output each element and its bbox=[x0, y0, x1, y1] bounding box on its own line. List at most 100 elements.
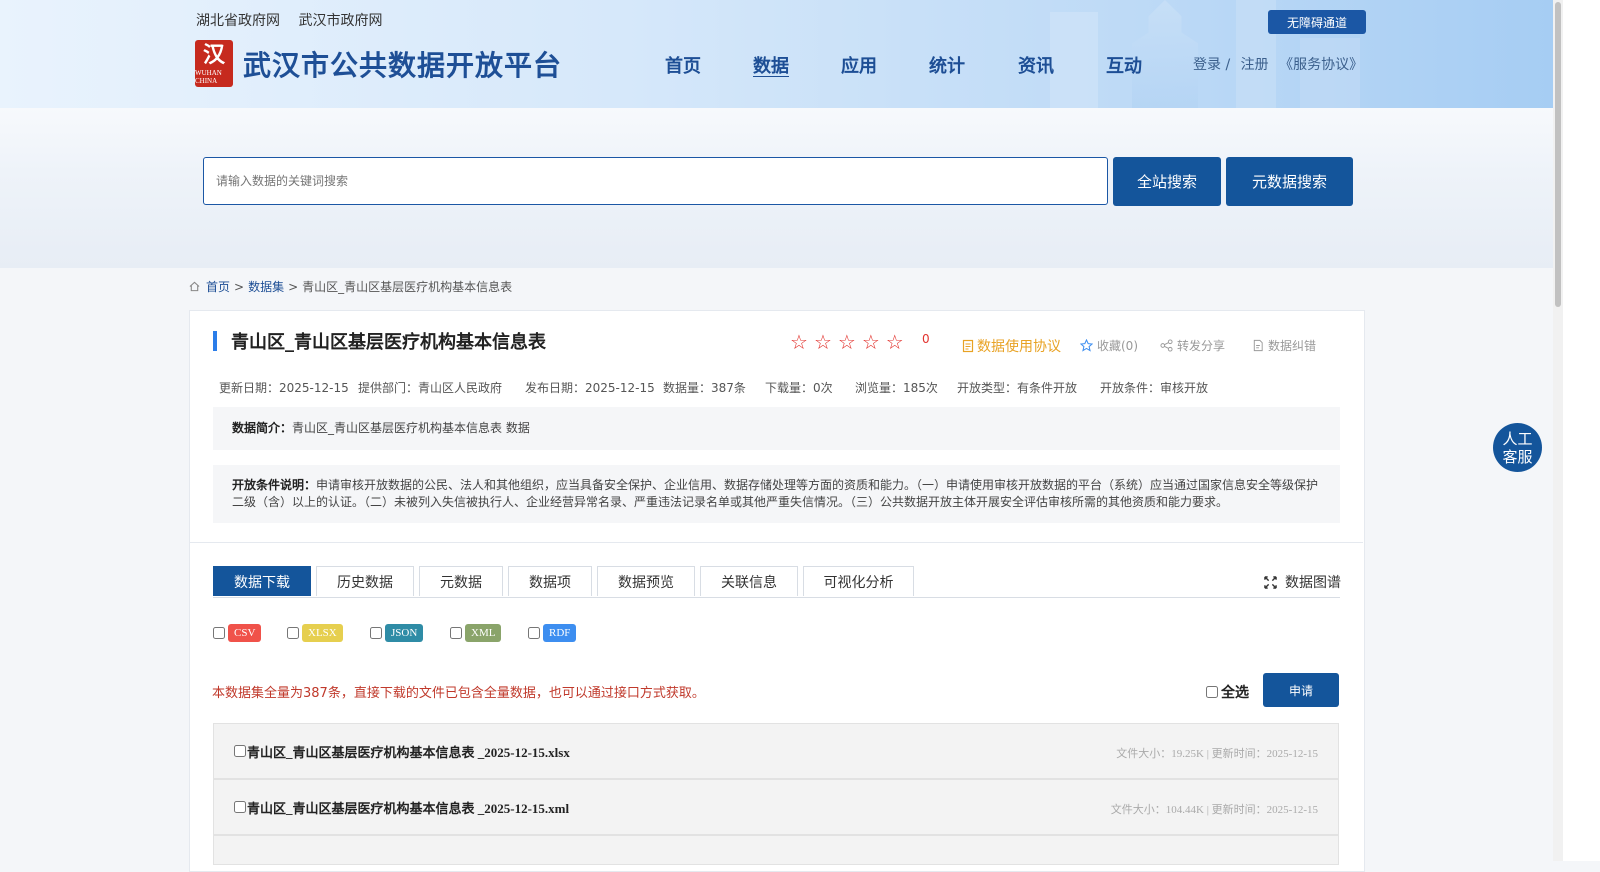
condition-box: 开放条件说明：申请审核开放数据的公民、法人和其他组织，应当具备安全保护、企业信用… bbox=[213, 465, 1340, 523]
meta-publish-date: 发布日期：2025-12-15 bbox=[525, 381, 655, 395]
meta-data-count: 数据量：387条 bbox=[663, 381, 746, 395]
meta-provider: 提供部门：青山区人民政府 bbox=[358, 381, 503, 395]
file-checkbox[interactable] bbox=[234, 745, 246, 757]
breadcrumb-separator: > bbox=[234, 279, 245, 294]
scrollbar-thumb[interactable] bbox=[1555, 2, 1561, 307]
metadata-search-button[interactable]: 元数据搜索 bbox=[1226, 157, 1353, 206]
nav-interact[interactable]: 互动 bbox=[1106, 52, 1142, 78]
meta-open-condition: 开放条件：审核开放 bbox=[1100, 381, 1209, 395]
search-input[interactable] bbox=[203, 157, 1108, 205]
report-error-button[interactable]: 数据纠错 bbox=[1252, 337, 1316, 354]
divider bbox=[189, 542, 1363, 543]
edit-document-icon bbox=[1253, 339, 1263, 352]
dataset-title: 青山区_青山区基层医疗机构基本信息表 bbox=[231, 332, 546, 353]
tab-download[interactable]: 数据下载 bbox=[213, 566, 311, 596]
usage-agreement-link[interactable]: 数据使用协议 bbox=[961, 336, 1061, 356]
star-icon[interactable]: ☆ bbox=[838, 330, 856, 354]
star-icon[interactable]: ☆ bbox=[862, 330, 880, 354]
file-name[interactable]: 青山区_青山区基层医疗机构基本信息表 _2025-12-15.xlsx bbox=[247, 742, 570, 761]
site-title[interactable]: 武汉市公共数据开放平台 bbox=[243, 44, 562, 84]
breadcrumb-home[interactable]: 首页 bbox=[206, 278, 230, 295]
logo-glyph-icon: 汉 bbox=[202, 43, 225, 68]
wuhan-gov-link[interactable]: 武汉市政府网 bbox=[298, 13, 382, 29]
data-graph-label: 数据图谱 bbox=[1285, 575, 1341, 591]
accessibility-button[interactable]: 无障碍通道 bbox=[1268, 10, 1366, 34]
breadcrumb-separator: > bbox=[288, 279, 299, 294]
usage-agreement-label: 数据使用协议 bbox=[977, 339, 1061, 355]
data-graph-link[interactable]: 数据图谱 bbox=[1264, 572, 1341, 592]
home-icon bbox=[189, 281, 200, 292]
intro-text: 青山区_青山区基层医疗机构基本信息表 数据 bbox=[292, 421, 530, 435]
format-checkbox[interactable] bbox=[528, 627, 540, 639]
register-link[interactable]: 注册 bbox=[1241, 57, 1269, 73]
page-scrollbar[interactable] bbox=[1553, 0, 1563, 861]
site-search-button[interactable]: 全站搜索 bbox=[1113, 157, 1221, 206]
title-accent-bar bbox=[213, 331, 217, 351]
format-badge: JSON bbox=[385, 624, 424, 642]
select-all: 全选 bbox=[1206, 682, 1249, 702]
format-filter-json: JSON bbox=[370, 624, 424, 642]
file-checkbox[interactable] bbox=[234, 801, 246, 813]
expand-icon bbox=[1264, 575, 1277, 589]
star-outline-icon bbox=[1080, 339, 1093, 352]
format-badge: XLSX bbox=[302, 624, 343, 642]
format-checkbox[interactable] bbox=[287, 627, 299, 639]
tab-visualization[interactable]: 可视化分析 bbox=[803, 566, 914, 596]
wuhan-logo[interactable]: 汉 WUHAN CHINA bbox=[195, 40, 233, 87]
tab-data-items[interactable]: 数据项 bbox=[508, 566, 592, 596]
tab-metadata[interactable]: 元数据 bbox=[419, 566, 503, 596]
file-row: 青山区_青山区基层医疗机构基本信息表 _2025-12-15.xlsx 文件大小… bbox=[213, 723, 1339, 779]
tab-history[interactable]: 历史数据 bbox=[316, 566, 414, 596]
nav-news[interactable]: 资讯 bbox=[1018, 52, 1054, 78]
format-filter-csv: CSV bbox=[213, 624, 262, 642]
download-note: 本数据集全量为387条，直接下载的文件已包含全量数据，也可以通过接口方式获取。 bbox=[212, 686, 705, 701]
tab-bar: 数据下载 历史数据 元数据 数据项 数据预览 关联信息 可视化分析 bbox=[213, 566, 914, 596]
file-row: 青山区_青山区基层医疗机构基本信息表 _2025-12-15.xml 文件大小：… bbox=[213, 779, 1339, 835]
report-error-label: 数据纠错 bbox=[1268, 339, 1317, 353]
logo-text: WUHAN CHINA bbox=[195, 69, 222, 85]
format-filter-xlsx: XLSX bbox=[287, 624, 343, 642]
file-info: 文件大小：19.25K | 更新时间：2025-12-15 bbox=[1116, 748, 1318, 760]
nav-stats[interactable]: 统计 bbox=[929, 52, 965, 78]
nav-apps[interactable]: 应用 bbox=[841, 52, 877, 78]
nav-home[interactable]: 首页 bbox=[665, 52, 701, 78]
rating-value: 0 bbox=[922, 332, 930, 346]
user-links: 登录 / 注册 《服务协议》 bbox=[1193, 54, 1369, 74]
share-icon bbox=[1160, 339, 1173, 352]
format-badge: CSV bbox=[228, 624, 262, 642]
customer-service-button[interactable]: 人工客服 bbox=[1493, 423, 1542, 472]
customer-service-label: 人工客服 bbox=[1502, 429, 1533, 466]
service-agreement-link[interactable]: 《服务协议》 bbox=[1279, 57, 1363, 73]
format-badge: XML bbox=[465, 624, 502, 642]
format-filter-rdf: RDF bbox=[528, 624, 577, 642]
star-icon[interactable]: ☆ bbox=[886, 330, 904, 354]
rating-stars: ☆ ☆ ☆ ☆ ☆ bbox=[790, 330, 904, 354]
hubei-gov-link[interactable]: 湖北省政府网 bbox=[196, 13, 280, 29]
format-checkbox[interactable] bbox=[213, 627, 225, 639]
header-decoration bbox=[1050, 12, 1098, 108]
favorite-label: 收藏(0) bbox=[1097, 339, 1138, 353]
format-checkbox[interactable] bbox=[370, 627, 382, 639]
breadcrumb-current: 青山区_青山区基层医疗机构基本信息表 bbox=[302, 280, 513, 294]
meta-open-type: 开放类型：有条件开放 bbox=[957, 381, 1078, 395]
file-name[interactable]: 青山区_青山区基层医疗机构基本信息表 _2025-12-15.xml bbox=[247, 798, 569, 817]
star-icon[interactable]: ☆ bbox=[790, 330, 808, 354]
nav-data[interactable]: 数据 bbox=[753, 52, 789, 78]
share-button[interactable]: 转发分享 bbox=[1160, 337, 1225, 354]
login-link[interactable]: 登录 / bbox=[1193, 57, 1230, 73]
select-all-checkbox[interactable] bbox=[1206, 686, 1218, 698]
format-badge: RDF bbox=[543, 624, 577, 642]
meta-update-date: 更新日期：2025-12-15 bbox=[219, 381, 349, 395]
page-margin bbox=[1563, 0, 1600, 861]
breadcrumb-datasets[interactable]: 数据集 bbox=[248, 278, 284, 295]
format-checkbox[interactable] bbox=[450, 627, 462, 639]
tab-preview[interactable]: 数据预览 bbox=[597, 566, 695, 596]
select-all-label: 全选 bbox=[1221, 685, 1249, 701]
star-icon[interactable]: ☆ bbox=[814, 330, 832, 354]
intro-box: 数据简介： 青山区_青山区基层医疗机构基本信息表 数据 bbox=[213, 407, 1340, 450]
favorite-button[interactable]: 收藏(0) bbox=[1080, 337, 1138, 354]
tab-underline bbox=[213, 597, 1340, 598]
breadcrumb: 首页 > 数据集 > 青山区_青山区基层医疗机构基本信息表 bbox=[189, 278, 512, 295]
apply-button[interactable]: 申请 bbox=[1263, 673, 1339, 707]
tab-related[interactable]: 关联信息 bbox=[700, 566, 798, 596]
